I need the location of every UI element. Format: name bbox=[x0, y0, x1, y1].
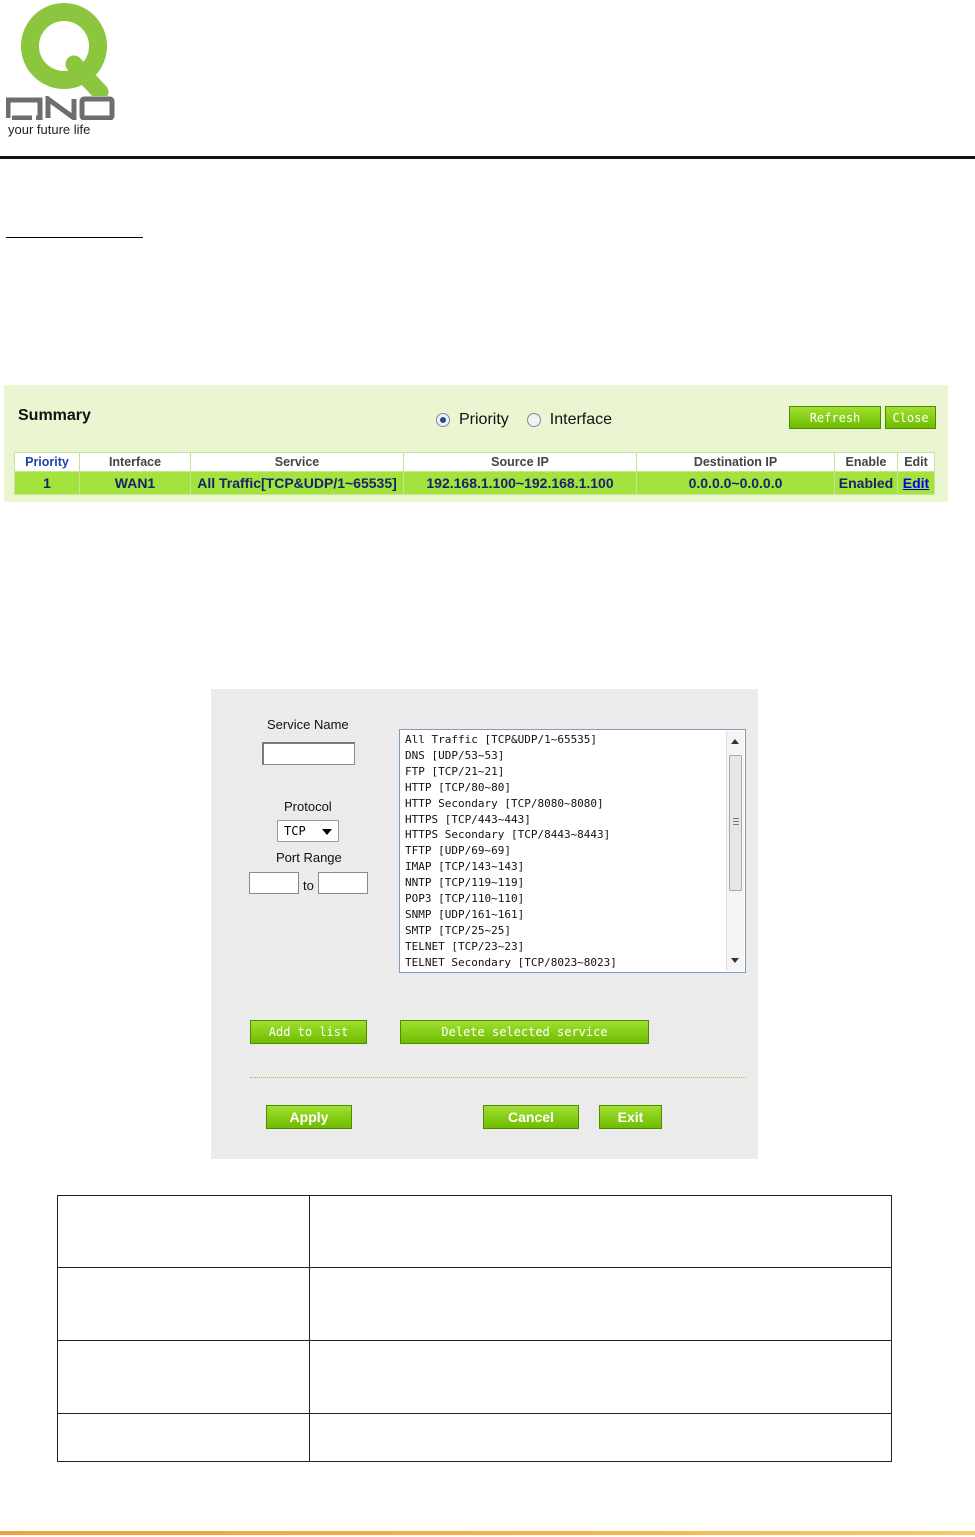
delete-selected-service-button[interactable]: Delete selected service bbox=[400, 1020, 649, 1044]
service-listbox[interactable]: All Traffic [TCP&UDP/1~65535] DNS [UDP/5… bbox=[399, 729, 746, 973]
logo-tagline: your future life bbox=[8, 122, 91, 137]
protocol-label: Protocol bbox=[284, 799, 332, 814]
description-table bbox=[57, 1195, 892, 1462]
col-priority: Priority bbox=[14, 452, 80, 472]
list-item[interactable]: IMAP [TCP/143~143] bbox=[405, 859, 745, 875]
list-item[interactable]: HTTPS [TCP/443~443] bbox=[405, 812, 745, 828]
list-item[interactable]: TELNET Secondary [TCP/8023~8023] bbox=[405, 955, 745, 971]
interface-radio-label[interactable]: Interface bbox=[550, 411, 612, 429]
header-divider bbox=[0, 156, 975, 159]
list-item[interactable]: SMTP [TCP/25~25] bbox=[405, 923, 745, 939]
footer-divider bbox=[0, 1531, 975, 1535]
list-item[interactable]: NNTP [TCP/119~119] bbox=[405, 875, 745, 891]
summary-table-header: Priority Interface Service Source IP Des… bbox=[14, 452, 935, 472]
row-service: All Traffic[TCP&UDP/1~65535] bbox=[190, 471, 404, 495]
scrollbar-thumb[interactable] bbox=[729, 755, 742, 891]
qno-logo: your future life bbox=[6, 2, 118, 142]
service-list: All Traffic [TCP&UDP/1~65535] DNS [UDP/5… bbox=[400, 730, 745, 971]
list-item[interactable]: SNMP [UDP/161~161] bbox=[405, 907, 745, 923]
logo-wordmark bbox=[6, 96, 115, 120]
service-name-label: Service Name bbox=[267, 717, 349, 732]
port-to-input[interactable] bbox=[318, 872, 368, 894]
add-to-list-button[interactable]: Add to list bbox=[250, 1020, 367, 1044]
col-edit: Edit bbox=[897, 452, 935, 472]
cancel-button[interactable]: Cancel bbox=[483, 1105, 579, 1129]
logo-q-mark bbox=[21, 3, 109, 96]
protocol-select[interactable]: TCP bbox=[277, 820, 339, 842]
row-source-ip: 192.168.1.100~192.168.1.100 bbox=[403, 471, 637, 495]
list-item[interactable]: DNS [UDP/53~53] bbox=[405, 748, 745, 764]
summary-title: Summary bbox=[18, 407, 91, 424]
chevron-down-icon bbox=[322, 829, 332, 835]
table-row: 1 WAN1 All Traffic[TCP&UDP/1~65535] 192.… bbox=[14, 471, 935, 495]
row-interface: WAN1 bbox=[79, 471, 191, 495]
summary-table: Priority Interface Service Source IP Des… bbox=[14, 452, 935, 495]
list-item[interactable]: HTTP [TCP/80~80] bbox=[405, 780, 745, 796]
col-service: Service bbox=[190, 452, 404, 472]
close-button[interactable]: Close bbox=[885, 406, 936, 429]
section-heading-underline bbox=[6, 237, 143, 238]
scroll-up-arrow-icon[interactable] bbox=[731, 739, 739, 744]
service-management-panel: Service Name Protocol TCP Port Range to … bbox=[211, 689, 758, 1159]
row-priority: 1 bbox=[14, 471, 80, 495]
interface-radio[interactable] bbox=[526, 413, 541, 427]
list-item[interactable]: FTP [TCP/21~21] bbox=[405, 764, 745, 780]
col-source-ip: Source IP bbox=[403, 452, 637, 472]
port-range-to-label: to bbox=[303, 878, 314, 893]
list-item[interactable]: TELNET [TCP/23~23] bbox=[405, 939, 745, 955]
priority-radio-label[interactable]: Priority bbox=[459, 411, 509, 429]
table-row bbox=[57, 1340, 892, 1414]
apply-button[interactable]: Apply bbox=[266, 1105, 352, 1129]
row-destination-ip: 0.0.0.0~0.0.0.0 bbox=[636, 471, 835, 495]
service-name-input[interactable] bbox=[262, 742, 355, 765]
qos-summary-panel: Summary Priority Interface Refresh Close… bbox=[4, 385, 948, 502]
priority-radio[interactable] bbox=[436, 413, 450, 427]
list-item[interactable]: POP3 [TCP/110~110] bbox=[405, 891, 745, 907]
exit-button[interactable]: Exit bbox=[599, 1105, 662, 1129]
col-interface: Interface bbox=[79, 452, 191, 472]
list-item[interactable]: TFTP [UDP/69~69] bbox=[405, 843, 745, 859]
list-item[interactable]: HTTPS Secondary [TCP/8443~8443] bbox=[405, 827, 745, 843]
grip-icon bbox=[733, 818, 739, 819]
list-item[interactable]: HTTP Secondary [TCP/8080~8080] bbox=[405, 796, 745, 812]
row-enable: Enabled bbox=[834, 471, 898, 495]
list-item[interactable]: All Traffic [TCP&UDP/1~65535] bbox=[405, 732, 745, 748]
port-range-label: Port Range bbox=[276, 850, 342, 865]
row-edit-cell: Edit bbox=[897, 471, 935, 495]
form-divider bbox=[250, 1077, 746, 1078]
edit-link[interactable]: Edit bbox=[903, 475, 929, 491]
table-row bbox=[57, 1267, 892, 1341]
protocol-select-value: TCP bbox=[284, 824, 306, 838]
summary-view-options: Priority Interface bbox=[436, 411, 630, 429]
scroll-down-arrow-icon[interactable] bbox=[731, 958, 739, 963]
col-enable: Enable bbox=[834, 452, 898, 472]
refresh-button[interactable]: Refresh bbox=[789, 406, 881, 429]
port-from-input[interactable] bbox=[249, 872, 299, 894]
service-list-scrollbar[interactable] bbox=[726, 731, 744, 971]
table-row bbox=[57, 1413, 892, 1462]
col-destination-ip: Destination IP bbox=[636, 452, 835, 472]
table-row bbox=[57, 1195, 892, 1268]
